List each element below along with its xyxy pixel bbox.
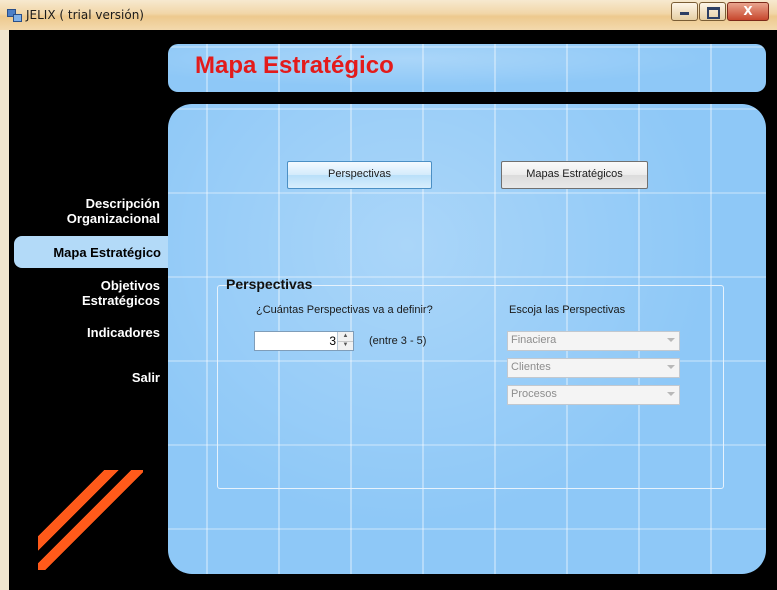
perspectiva-combo-1[interactable]: Finaciera — [507, 331, 680, 351]
sidebar-item-label: Organizacional — [66, 211, 160, 226]
minimize-icon — [680, 12, 689, 15]
sidebar-item-label: Indicadores — [87, 325, 160, 340]
chevron-down-icon — [667, 365, 675, 369]
choose-perspectivas-label: Escoja las Perspectivas — [509, 304, 626, 316]
header-panel: Mapa Estratégico — [168, 44, 766, 92]
sidebar-item-label: Mapa Estratégico — [53, 245, 161, 260]
window-titlebar: JELIX ( trial versión) X — [0, 0, 777, 31]
window-controls: X — [670, 2, 769, 21]
close-button[interactable]: X — [727, 2, 769, 21]
perspectiva-combo-3[interactable]: Procesos — [507, 385, 680, 405]
count-range-label: (entre 3 - 5) — [369, 335, 427, 347]
maximize-button[interactable] — [699, 2, 726, 21]
combo-value: Finaciera — [511, 334, 557, 346]
window-title: JELIX ( trial versión) — [26, 8, 144, 22]
perspectiva-combo-2[interactable]: Clientes — [507, 358, 680, 378]
sidebar-item-mapa-estrategico[interactable]: Mapa Estratégico — [14, 236, 168, 268]
sidebar-item-label: Estratégicos — [81, 293, 160, 308]
sidebar-item-label: Salir — [131, 370, 160, 385]
groupbox-title: Perspectivas — [226, 276, 313, 292]
page-title: Mapa Estratégico — [195, 52, 394, 79]
chevron-down-icon — [667, 392, 675, 396]
maximize-icon — [707, 7, 720, 19]
sidebar-item-indicadores[interactable]: Indicadores — [87, 325, 160, 340]
combo-value: Clientes — [511, 361, 551, 373]
spin-down-icon[interactable]: ▼ — [338, 341, 353, 350]
mapas-estrategicos-button[interactable]: Mapas Estratégicos — [501, 161, 648, 189]
perspectivas-button[interactable]: Perspectivas — [287, 161, 432, 189]
perspectivas-count-stepper[interactable]: 3 ▲ ▼ — [254, 331, 354, 351]
sidebar-item-descripcion-organizacional[interactable]: Descripción Organizacional — [67, 196, 160, 226]
minimize-button[interactable] — [671, 2, 698, 21]
chevron-down-icon — [667, 338, 675, 342]
sidebar-item-label: Objetivos — [100, 278, 160, 293]
window-left-border — [0, 30, 9, 590]
combo-value: Procesos — [511, 388, 557, 400]
stepper-value: 3 — [329, 334, 336, 348]
sidebar-item-objetivos-estrategicos[interactable]: Objetivos Estratégicos — [82, 278, 160, 308]
stepper-spin: ▲ ▼ — [337, 332, 353, 350]
app-icon — [7, 9, 22, 22]
close-icon: X — [743, 4, 753, 18]
sidebar-item-salir[interactable]: Salir — [132, 370, 160, 385]
count-question-label: ¿Cuántas Perspectivas va a definir? — [256, 304, 433, 316]
sidebar-item-label: Descripción — [85, 196, 160, 211]
